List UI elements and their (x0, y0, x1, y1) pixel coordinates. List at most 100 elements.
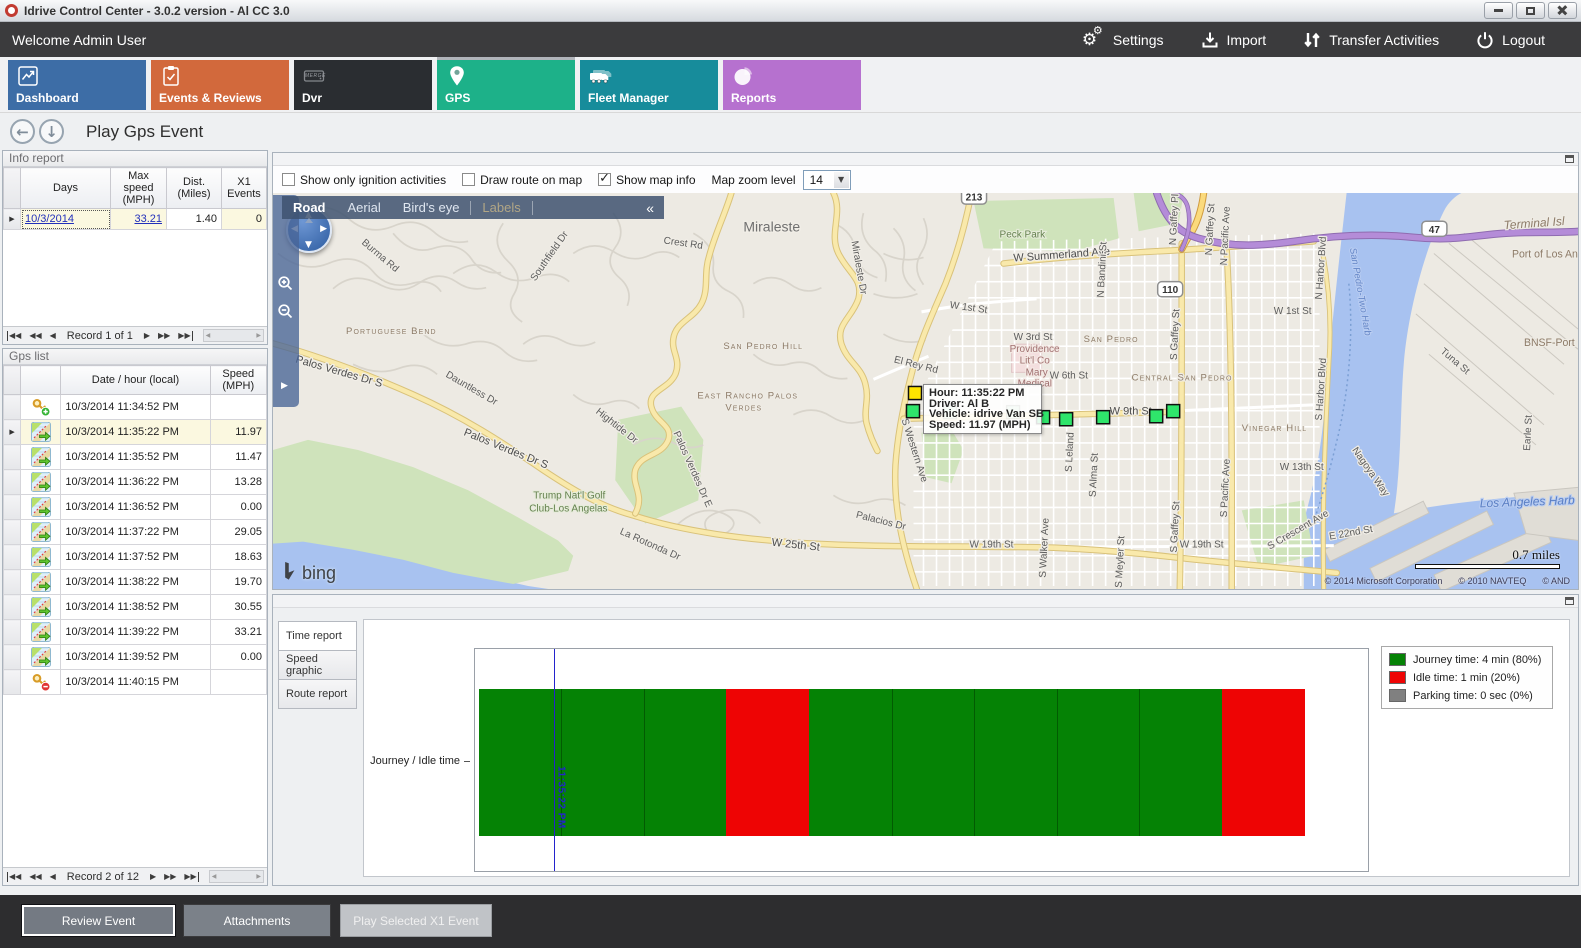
pan-south-icon[interactable]: ▼ (305, 240, 312, 250)
maximize-button[interactable] (1516, 2, 1545, 19)
transfer-activities-button[interactable]: Transfer Activities (1302, 30, 1439, 50)
minimize-button[interactable] (1484, 2, 1513, 19)
gps-list-row[interactable]: 10/3/2014 11:37:22 PM29.05 (4, 520, 267, 545)
gps-list-row[interactable]: 10/3/2014 11:35:52 PM11.47 (4, 445, 267, 470)
column-header[interactable]: Days (21, 168, 111, 209)
gps-list-row[interactable]: 10/3/2014 11:40:15 PM (4, 670, 267, 695)
bing-map[interactable]: Burma RdSouthfield DrCrest RdMiralesteMi… (273, 193, 1578, 589)
import-button[interactable]: Import (1200, 30, 1267, 50)
nav-first-button[interactable]: ◀◀ (7, 331, 21, 341)
gps-list-row[interactable]: 10/3/2014 11:36:52 PM0.00 (4, 495, 267, 520)
checkbox-icon[interactable] (598, 173, 611, 186)
tab-label: GPS (445, 91, 470, 105)
gps-list-row[interactable]: 10/3/2014 11:39:22 PM33.21 (4, 620, 267, 645)
tab-events-reviews[interactable]: Events & Reviews (151, 60, 289, 110)
zoom-out-button[interactable] (277, 303, 295, 321)
gps-list-row[interactable]: 10/3/2014 11:38:52 PM30.55 (4, 595, 267, 620)
chart-panel-collapse-icon[interactable] (1565, 597, 1574, 605)
dvr-icon-text: MERGE (305, 73, 326, 79)
column-header[interactable]: X1 Events (222, 168, 267, 209)
tab-dvr[interactable]: MERGEDvr (294, 60, 432, 110)
map-bar-collapse-button[interactable]: « (646, 200, 654, 216)
max-speed-link[interactable]: 33.21 (134, 213, 162, 225)
gear-icon: ⚙⚙ (1084, 30, 1106, 50)
chart-tab-time-report[interactable]: Time report (278, 621, 357, 651)
chevron-down-icon[interactable]: ▼ (834, 172, 849, 188)
tab-dashboard[interactable]: Dashboard (8, 60, 146, 110)
nav-first-button[interactable]: ◀◀ (7, 872, 21, 882)
chart-tab-speed-graphic[interactable]: Speed graphic (278, 650, 357, 680)
map-label: East Rancho Palos (697, 391, 798, 402)
column-header[interactable]: Speed(MPH) (210, 366, 266, 395)
nav-prev-button[interactable]: ◀ (50, 331, 56, 341)
info-report-row[interactable]: ▶ 10/3/2014 33.21 1.40 0 (4, 209, 267, 230)
map-zoom-select[interactable]: 14▼ (803, 170, 851, 190)
nav-last-button[interactable]: ▶▶ (178, 331, 192, 341)
time-cursor[interactable] (554, 649, 555, 871)
play-selected-x1-event-button[interactable]: Play Selected X1 Event (340, 904, 492, 937)
nav-prev-page-button[interactable]: ◀◀ (29, 331, 41, 341)
copyright-text: © 2010 NAVTEQ (1458, 576, 1526, 586)
nav-prev-page-button[interactable]: ◀◀ (29, 872, 41, 882)
nav-next-page-button[interactable]: ▶▶ (164, 872, 176, 882)
tab-gps[interactable]: GPS (437, 60, 575, 110)
nav-prev-button[interactable]: ◀ (50, 872, 56, 882)
column-header[interactable]: Date / hour (local) (61, 366, 210, 395)
review-event-button[interactable]: Review Event (21, 904, 176, 937)
pan-east-icon[interactable]: ▶ (320, 224, 327, 234)
settings-button[interactable]: ⚙⚙Settings (1084, 30, 1164, 50)
checkbox-icon[interactable] (462, 173, 475, 186)
nav-scrollbar[interactable]: ◀▶ (209, 870, 264, 883)
gps-list-row[interactable]: 10/3/2014 11:37:52 PM18.63 (4, 545, 267, 570)
gps-list-row[interactable]: 10/3/2014 11:36:22 PM13.28 (4, 470, 267, 495)
column-header[interactable]: Maxspeed(MPH) (111, 168, 167, 209)
checkbox-draw-route-on-map[interactable]: Draw route on map (462, 173, 582, 187)
map-panel-collapse-icon[interactable] (1565, 155, 1574, 163)
nav-scrollbar[interactable]: ◀▶ (203, 329, 264, 342)
zoom-in-button[interactable] (277, 275, 295, 293)
gps-marker-selected[interactable] (908, 386, 921, 399)
logout-button[interactable]: Logout (1475, 30, 1545, 50)
gps-marker[interactable] (1097, 411, 1110, 424)
gps-list-row[interactable]: 10/3/2014 11:38:22 PM19.70 (4, 570, 267, 595)
row-speed: 33.21 (210, 620, 266, 645)
gps-list-row[interactable]: ▶10/3/2014 11:35:22 PM11.97 (4, 420, 267, 445)
checkbox-show-map-info[interactable]: Show map info (598, 173, 695, 187)
attachments-button[interactable]: Attachments (183, 904, 331, 937)
gps-list-row[interactable]: 10/3/2014 11:34:52 PM (4, 395, 267, 420)
days-link[interactable]: 10/3/2014 (25, 213, 74, 225)
chart-tab-route-report[interactable]: Route report (278, 679, 357, 709)
row-selector-icon (4, 470, 21, 495)
back-button[interactable]: ← (10, 119, 35, 144)
map-label: W 25th St (771, 537, 820, 554)
nav-last-button[interactable]: ▶▶ (184, 872, 198, 882)
gps-marker[interactable] (1150, 410, 1163, 423)
svg-text:110: 110 (1162, 285, 1179, 296)
nav-next-page-button[interactable]: ▶▶ (158, 331, 170, 341)
dashboard-icon (16, 64, 40, 88)
strip-expand-icon[interactable]: ▶ (281, 381, 288, 391)
checkbox-show-only-ignition-activities[interactable]: Show only ignition activities (282, 173, 446, 187)
gps-marker[interactable] (1060, 413, 1073, 426)
checkbox-icon[interactable] (282, 173, 295, 186)
gps-list-row[interactable]: 10/3/2014 11:39:52 PM0.00 (4, 645, 267, 670)
journey-segment (1139, 689, 1222, 836)
tab-label: Events & Reviews (159, 91, 262, 105)
close-button[interactable] (1548, 2, 1577, 19)
map-label: W 6th St (1050, 370, 1089, 381)
tab-fleet-manager[interactable]: Fleet Manager (580, 60, 718, 110)
map-mode-aerial[interactable]: Aerial (348, 200, 381, 215)
map-label: Crest Rd (663, 235, 704, 251)
map-mode-road[interactable]: Road (293, 200, 326, 215)
map-label: Miraleste (743, 218, 800, 234)
nav-next-button[interactable]: ▶ (144, 331, 150, 341)
map-mode-bird-s-eye[interactable]: Bird's eye (403, 200, 460, 215)
map-label: Dauntless Dr (444, 369, 500, 408)
down-button[interactable]: ↓ (39, 119, 64, 144)
tab-reports[interactable]: Reports (723, 60, 861, 110)
gps-marker[interactable] (906, 405, 919, 418)
column-header[interactable]: Dist.(Miles) (167, 168, 222, 209)
map-mode-labels[interactable]: Labels (482, 200, 520, 215)
gps-marker[interactable] (1167, 405, 1180, 418)
nav-next-button[interactable]: ▶ (150, 872, 156, 882)
